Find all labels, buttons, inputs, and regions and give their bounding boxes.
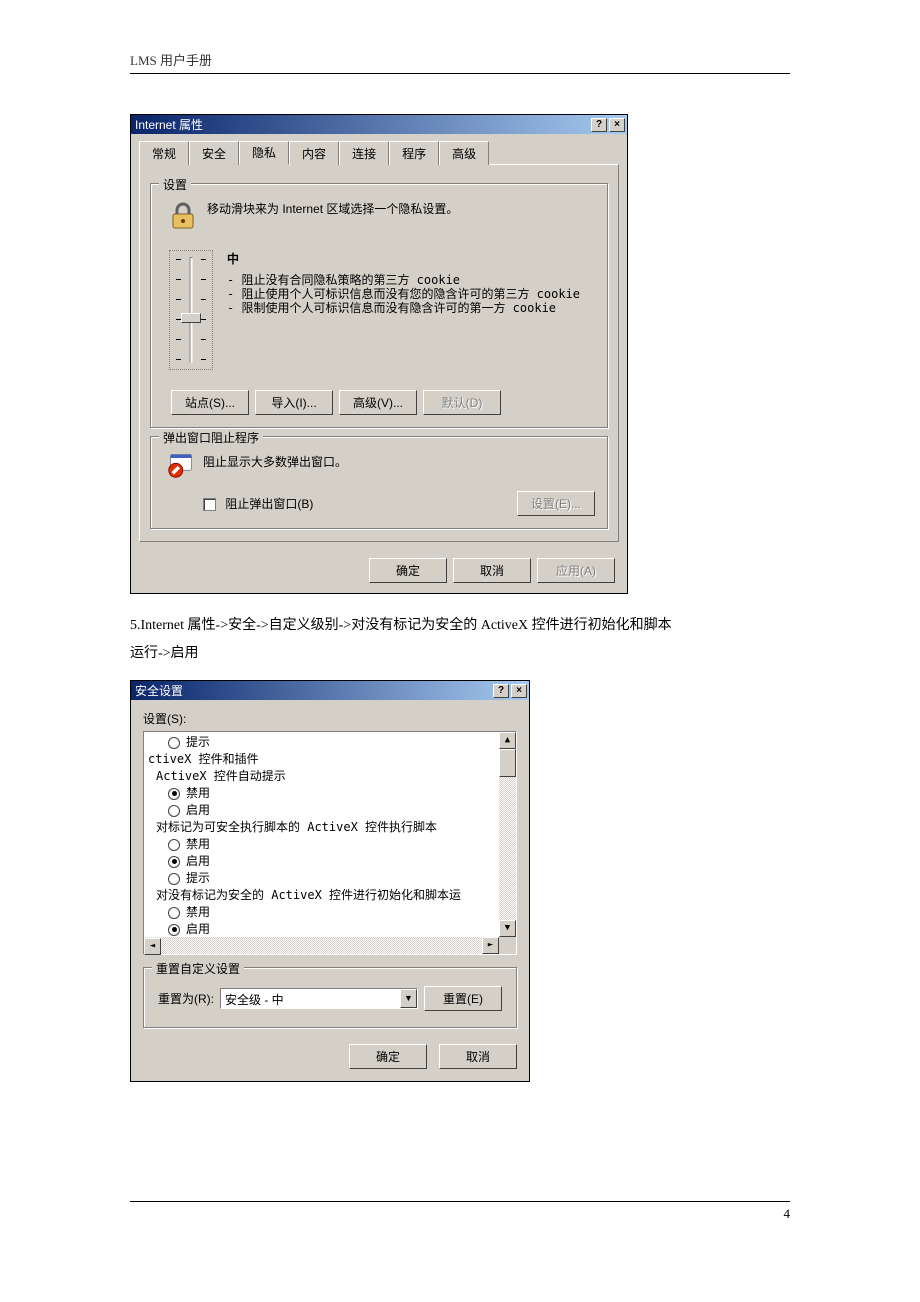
reset-group-title: 重置自定义设置 [152,960,244,977]
doc-header: LMS 用户手册 [130,50,790,74]
scroll-left-button[interactable]: ◄ [144,938,161,955]
radio-option[interactable]: 提示 [144,734,499,751]
reset-group: 重置自定义设置 重置为(R): 安全级 - 中 ▼ 重置(E) [143,967,517,1028]
reset-level-combo[interactable]: 安全级 - 中 ▼ [220,988,418,1009]
popup-blocker-group: 弹出窗口阻止程序 阻止显示大多数弹出窗口。 阻止弹出窗口(B) [150,436,608,529]
tree-subcategory: 对没有标记为安全的 ActiveX 控件进行初始化和脚本运 [144,887,499,904]
radio-option[interactable]: 禁用 [144,904,499,921]
titlebar: Internet 属性 ? × [131,115,627,134]
radio-option[interactable]: 禁用 [144,836,499,853]
privacy-level-text: 中 阻止没有合同隐私策略的第三方 cookie 阻止使用个人可标识信息而没有您的… [227,250,580,370]
reset-button[interactable]: 重置(E) [424,986,502,1011]
security-settings-listbox[interactable]: 提示 ctiveX 控件和插件 ActiveX 控件自动提示 禁用 启用 对标记… [143,731,517,955]
privacy-bullet: 阻止没有合同隐私策略的第三方 cookie [227,273,580,287]
radio-option[interactable]: 启用 [144,921,499,937]
vertical-scrollbar[interactable]: ▲ ▼ [499,732,516,937]
internet-properties-dialog: Internet 属性 ? × 常规 安全 隐私 内容 连接 程序 高级 设置 [130,114,628,594]
privacy-bullet: 限制使用个人可标识信息而没有隐含许可的第一方 cookie [227,301,580,315]
scroll-up-button[interactable]: ▲ [499,732,516,749]
popup-checkbox[interactable] [203,498,216,511]
cancel-button[interactable]: 取消 [453,558,531,583]
privacy-bullet: 阻止使用个人可标识信息而没有您的隐含许可的第三方 cookie [227,287,580,301]
advanced-button[interactable]: 高级(V)... [339,390,417,415]
ok-button[interactable]: 确定 [369,558,447,583]
dialog-title: 安全设置 [135,682,491,699]
popup-group-title: 弹出窗口阻止程序 [159,429,263,446]
popup-desc: 阻止显示大多数弹出窗口。 [203,453,347,470]
security-settings-dialog: 安全设置 ? × 设置(S): 提示 ctiveX 控件和插件 ActiveX … [130,680,530,1082]
radio-option[interactable]: 提示 [144,870,499,887]
tab-privacy[interactable]: 隐私 [239,141,289,165]
ok-button[interactable]: 确定 [349,1044,427,1069]
privacy-slider[interactable] [169,250,213,370]
tree-subcategory: 对标记为可安全执行脚本的 ActiveX 控件执行脚本 [144,819,499,836]
default-button[interactable]: 默认(D) [423,390,501,415]
combo-value: 安全级 - 中 [221,989,400,1008]
settings-group: 设置 移动滑块来为 Internet 区域选择一个隐私设置。 [150,183,608,428]
reset-label: 重置为(R): [158,990,214,1007]
tab-body: 设置 移动滑块来为 Internet 区域选择一个隐私设置。 [139,164,619,542]
tree-subcategory: ActiveX 控件自动提示 [144,768,499,785]
apply-button[interactable]: 应用(A) [537,558,615,583]
privacy-level: 中 [227,250,580,267]
tabstrip: 常规 安全 隐私 内容 连接 程序 高级 [131,134,627,164]
settings-label: 设置(S): [143,710,517,727]
tree-category: ctiveX 控件和插件 [144,751,499,768]
popup-checkbox-label: 阻止弹出窗口(B) [225,497,313,511]
settings-group-title: 设置 [159,176,191,193]
step-text: 5.Internet 属性->安全->自定义级别->对没有标记为安全的 Acti… [130,612,790,668]
radio-option[interactable]: 启用 [144,802,499,819]
tab-content[interactable]: 内容 [289,141,339,165]
radio-option[interactable]: 禁用 [144,785,499,802]
tab-programs[interactable]: 程序 [389,141,439,165]
slider-thumb[interactable] [181,313,201,323]
tab-advanced[interactable]: 高级 [439,141,489,165]
page-number: 4 [130,1201,790,1222]
dialog-title: Internet 属性 [135,116,589,133]
popup-checkbox-row[interactable]: 阻止弹出窗口(B) [203,495,313,512]
sites-button[interactable]: 站点(S)... [171,390,249,415]
close-button[interactable]: × [511,684,527,698]
tab-general[interactable]: 常规 [139,141,189,165]
scroll-down-button[interactable]: ▼ [499,920,516,937]
chevron-down-icon[interactable]: ▼ [400,989,417,1008]
titlebar: 安全设置 ? × [131,681,529,700]
radio-option[interactable]: 启用 [144,853,499,870]
tab-connections[interactable]: 连接 [339,141,389,165]
cancel-button[interactable]: 取消 [439,1044,517,1069]
scroll-right-button[interactable]: ► [482,937,499,954]
help-button[interactable]: ? [493,684,509,698]
tab-security[interactable]: 安全 [189,141,239,165]
popup-blocker-icon [167,451,195,479]
scrollbar-thumb[interactable] [499,749,516,777]
privacy-icon [167,200,199,232]
help-button[interactable]: ? [591,118,607,132]
horizontal-scrollbar[interactable]: ◄ ► [144,937,516,954]
popup-settings-button[interactable]: 设置(E)... [517,491,595,516]
close-button[interactable]: × [609,118,625,132]
import-button[interactable]: 导入(I)... [255,390,333,415]
settings-desc: 移动滑块来为 Internet 区域选择一个隐私设置。 [207,200,458,217]
